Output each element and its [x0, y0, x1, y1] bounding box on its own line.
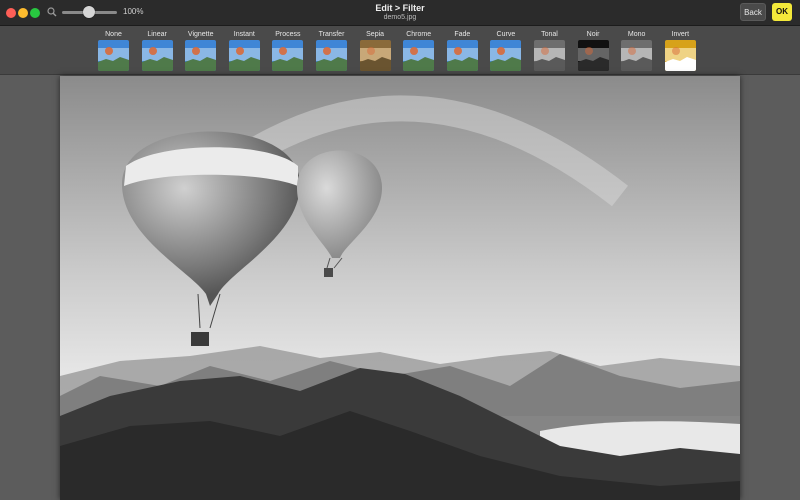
filter-thumbnail [359, 40, 391, 71]
filter-label: None [105, 31, 122, 38]
filter-transfer[interactable]: Transfer [314, 30, 350, 71]
photo-balloons-mountains [60, 76, 740, 500]
filter-thumbnail [316, 40, 347, 71]
filter-label: Invert [671, 31, 690, 38]
filter-label: Chrome [406, 31, 432, 38]
ok-button[interactable]: OK [772, 3, 792, 21]
filter-tonal[interactable]: Tonal [532, 30, 568, 71]
filter-label: Curve [496, 31, 516, 38]
filter-thumbnail [185, 40, 217, 71]
filter-thumbnail [228, 40, 260, 71]
filter-sepia[interactable]: Sepia [357, 30, 393, 71]
filter-label: Sepia [366, 31, 385, 38]
filter-thumbnail [98, 40, 129, 71]
title-bar: 100% Edit > Filter demo5.jpg Back OK [0, 0, 800, 26]
filter-thumbnail [577, 40, 609, 71]
filter-label: Tonal [541, 31, 558, 38]
filter-vignette[interactable]: Vignette [183, 30, 219, 71]
filter-fade[interactable]: Fade [444, 30, 480, 71]
filter-label: Transfer [318, 31, 345, 38]
filter-label: Instant [233, 31, 255, 38]
filter-invert[interactable]: Invert [662, 30, 698, 71]
filter-linear[interactable]: Linear [139, 30, 175, 71]
filter-label: Process [275, 31, 301, 38]
filter-label: Linear [147, 31, 167, 38]
filter-chrome[interactable]: Chrome [401, 30, 437, 71]
filter-mono[interactable]: Mono [619, 30, 655, 71]
filter-thumbnail [490, 40, 522, 71]
filter-thumbnail [141, 40, 173, 71]
filter-none[interactable]: None [96, 30, 132, 71]
filter-label: Mono [627, 31, 646, 38]
filter-thumbnail [272, 40, 304, 71]
filter-noir[interactable]: Noir [575, 30, 611, 71]
filter-thumbnail [534, 40, 565, 71]
filter-strip: None Linear Vignette Instant Process Transfer… [0, 26, 800, 75]
filter-thumbnail [403, 40, 435, 71]
back-button[interactable]: Back [740, 3, 766, 21]
filter-instant[interactable]: Instant [226, 30, 262, 71]
filter-curve[interactable]: Curve [488, 30, 524, 71]
filter-label: Noir [586, 31, 600, 38]
image-canvas[interactable] [60, 76, 740, 500]
filter-thumbnail [621, 40, 653, 71]
window-title: Edit > Filter [375, 3, 425, 13]
filter-thumbnail [446, 40, 478, 71]
file-name: demo5.jpg [383, 14, 417, 21]
filter-process[interactable]: Process [270, 30, 306, 71]
filter-label: Fade [454, 31, 471, 38]
filter-thumbnail [664, 40, 696, 71]
filter-label: Vignette [187, 31, 214, 38]
